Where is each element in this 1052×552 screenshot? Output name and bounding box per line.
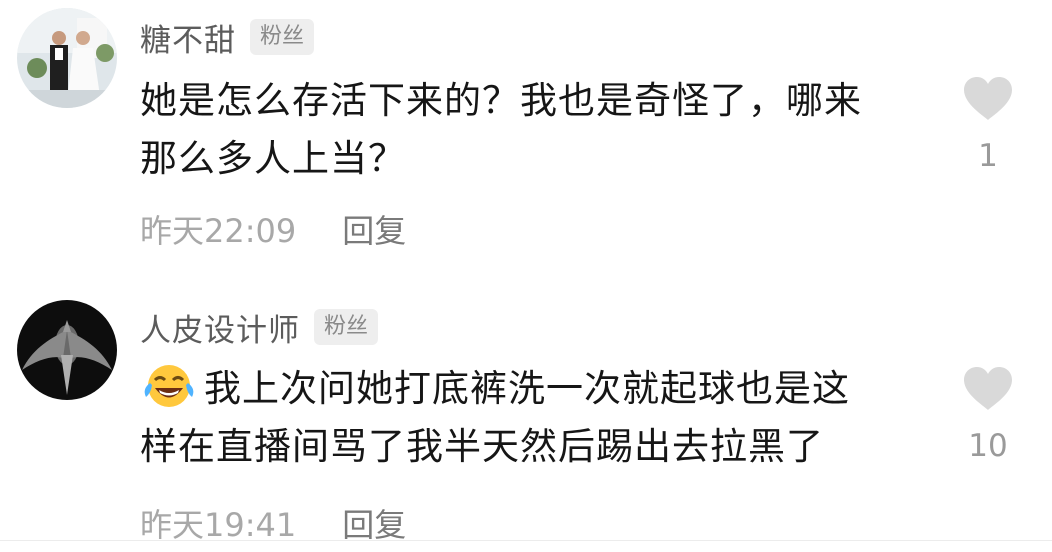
comment-line: 那么多人上当？	[140, 137, 406, 180]
like-count: 10	[968, 428, 1008, 464]
comment-line: 样在直播间骂了我半天然后踢出去拉黑了	[140, 425, 824, 468]
comment-header: 糖不甜 粉丝	[140, 14, 315, 60]
fan-badge: 粉丝	[314, 309, 379, 345]
comment-time: 昨天22:09	[140, 212, 297, 250]
dark-figure-avatar-icon	[17, 300, 117, 400]
reply-button[interactable]: 回复	[342, 206, 406, 252]
comment-line: 她是怎么存活下来的？我也是奇怪了，哪来	[140, 79, 862, 122]
heart-icon[interactable]	[962, 366, 1014, 412]
divider	[0, 540, 1052, 541]
avatar[interactable]	[17, 8, 117, 108]
like-count: 1	[978, 138, 998, 174]
like-button[interactable]: 10	[958, 366, 1018, 464]
heart-icon[interactable]	[962, 76, 1014, 122]
comment-header: 人皮设计师 粉丝	[140, 304, 379, 350]
comment-meta: 昨天22:09 回复	[140, 206, 406, 252]
comment-text: 她是怎么存活下来的？我也是奇怪了，哪来 那么多人上当？	[140, 72, 920, 188]
username[interactable]: 糖不甜	[140, 15, 236, 60]
laughing-with-tears-emoji-icon	[140, 363, 198, 409]
fan-badge: 粉丝	[250, 19, 315, 55]
comment-line-text: 我上次问她打底裤洗一次就起球也是这	[204, 367, 850, 410]
like-button[interactable]: 1	[958, 76, 1018, 174]
wedding-photo-avatar-icon	[17, 8, 117, 108]
avatar[interactable]	[17, 300, 117, 400]
comment-line: 我上次问她打底裤洗一次就起球也是这	[140, 360, 920, 418]
username[interactable]: 人皮设计师	[140, 305, 300, 350]
comment-text: 我上次问她打底裤洗一次就起球也是这 样在直播间骂了我半天然后踢出去拉黑了	[140, 360, 920, 476]
